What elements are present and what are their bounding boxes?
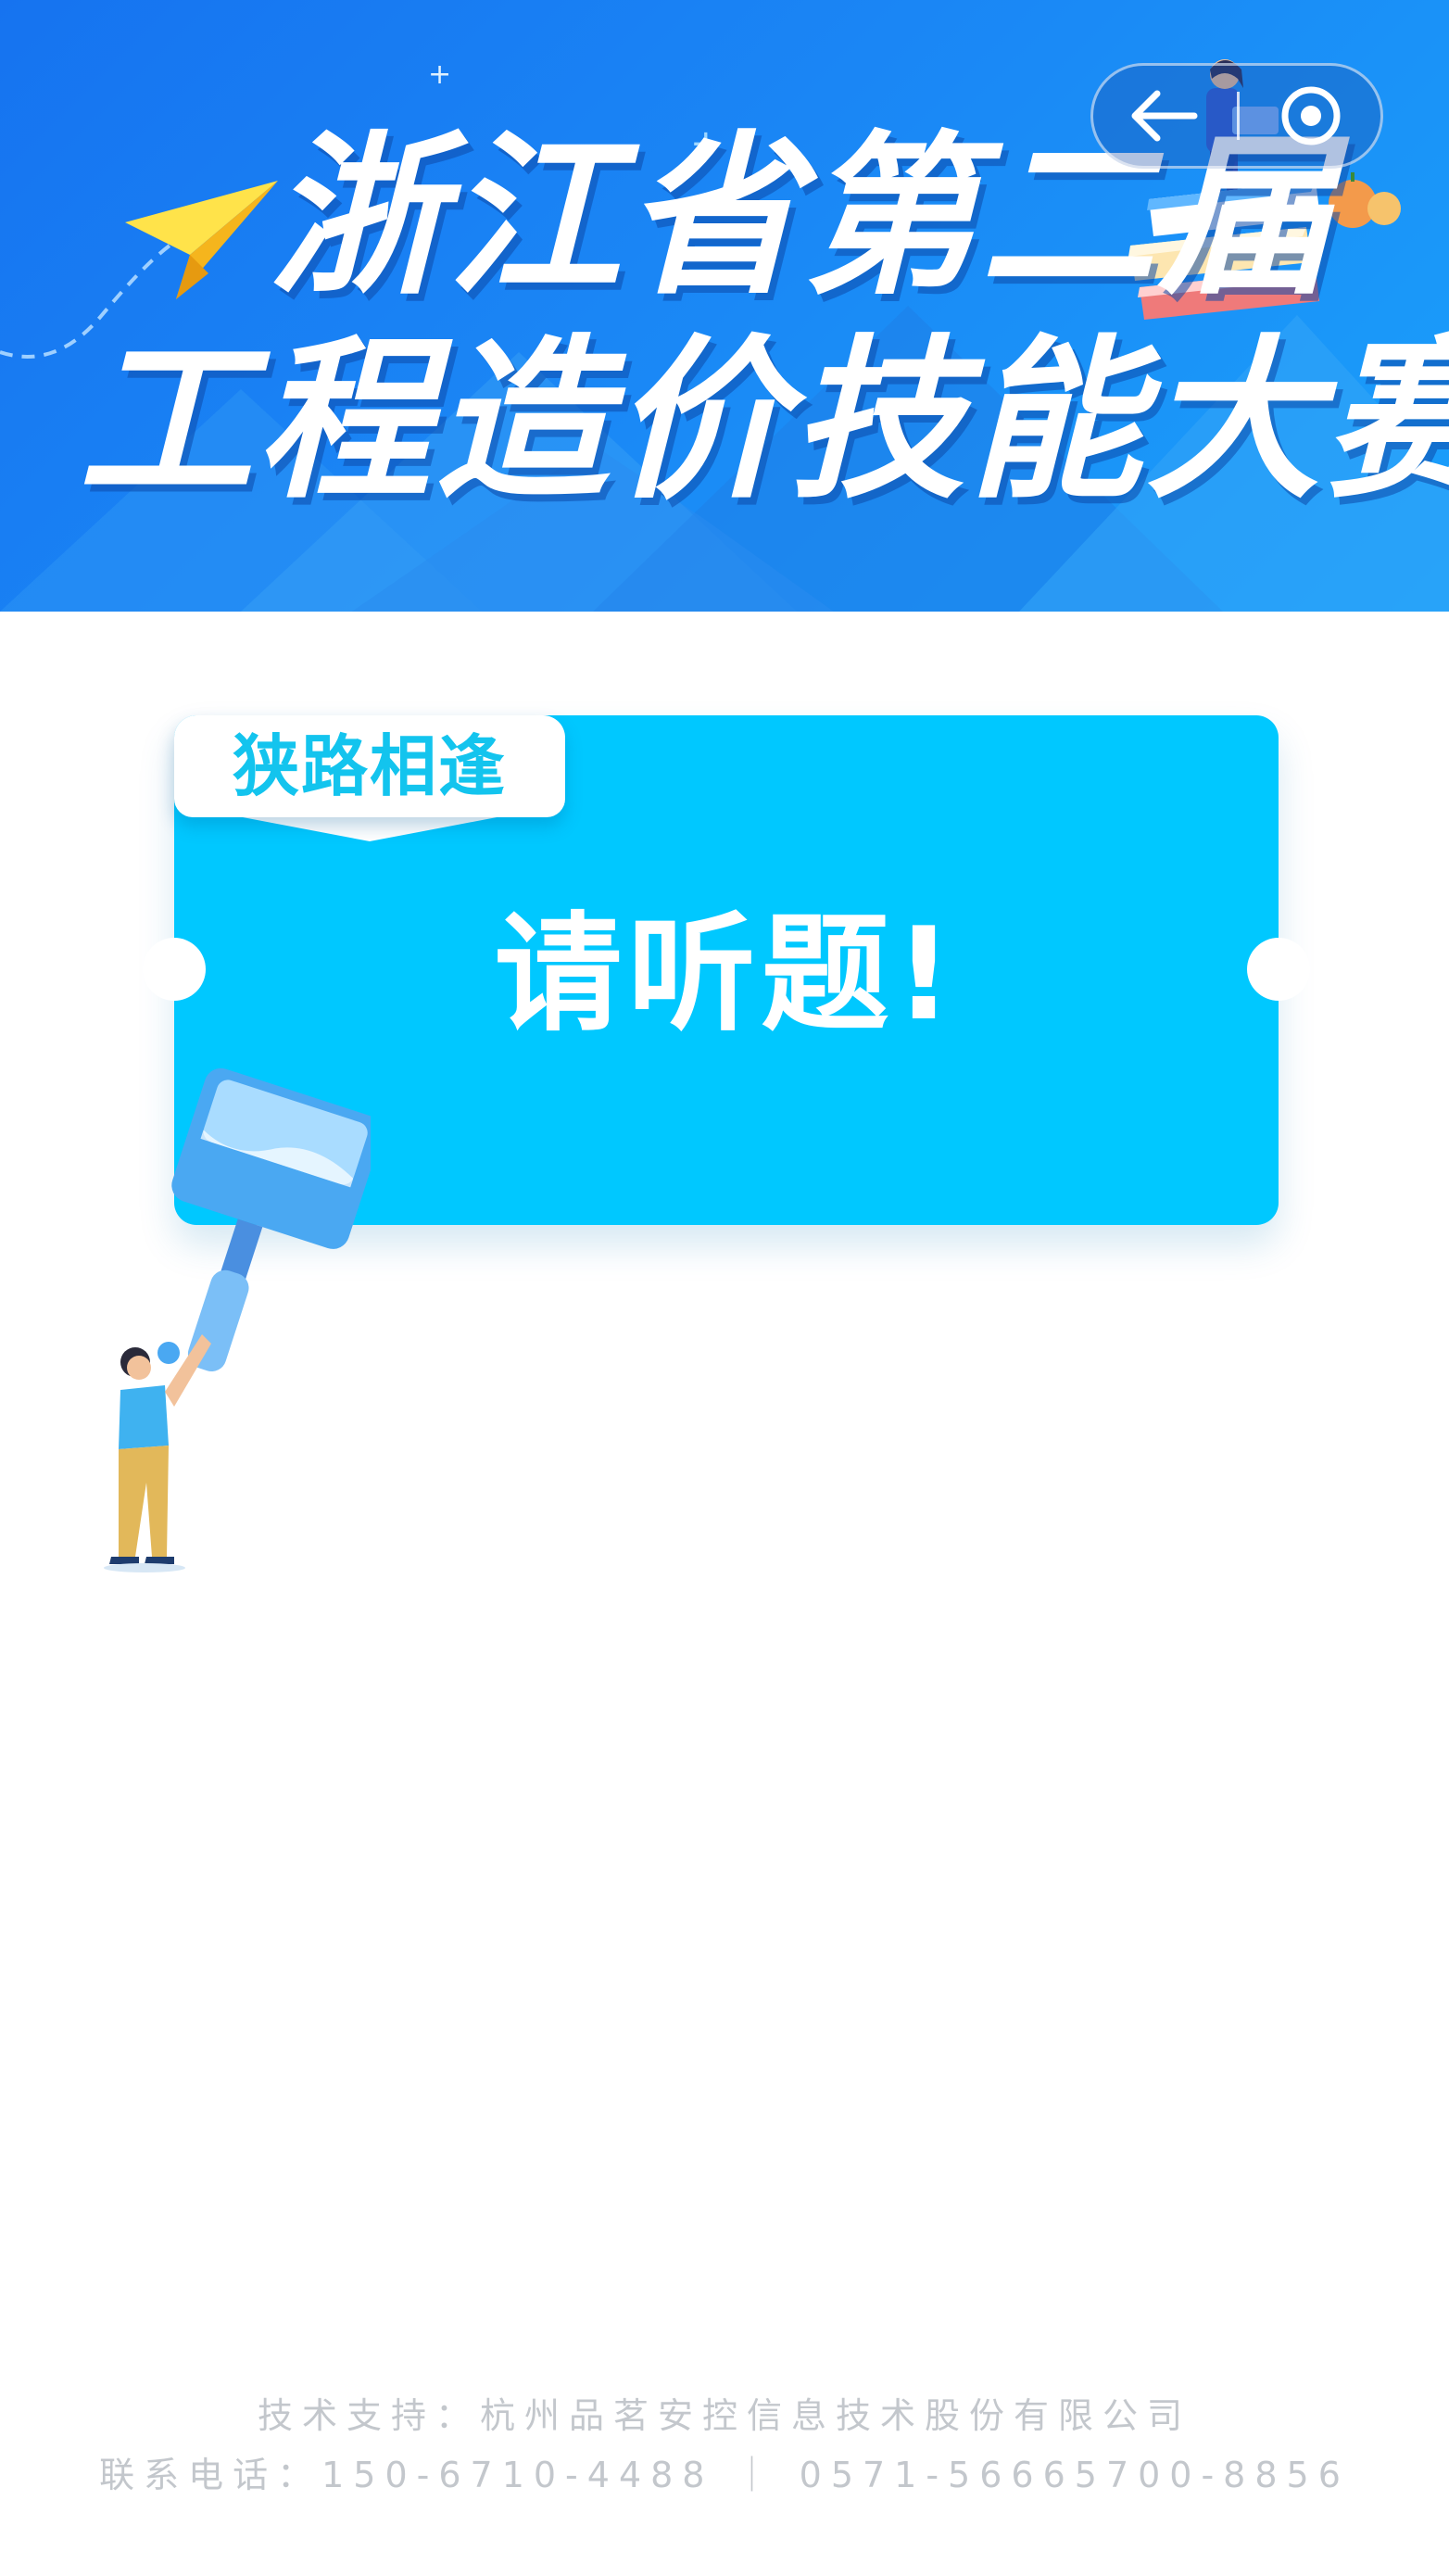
nav-divider [1237,92,1240,140]
target-icon [1281,86,1341,145]
target-button[interactable] [1241,66,1380,166]
paper-plane-icon [125,181,278,299]
round-tag: 狭路相逢 [174,715,565,817]
footer: 技术支持：杭州品茗安控信息技术股份有限公司 联系电话：150-6710-4488… [0,2386,1449,2505]
header-banner: + + 浙江省第二届 工程造价技能大赛 [0,0,1449,612]
svg-text:+: + [428,58,451,91]
back-button[interactable] [1093,66,1232,166]
fruit-illustration [1329,172,1401,228]
question-prompt: 请听题! [494,900,959,1049]
banner-title-line-2: 工程造价技能大赛 [79,320,1449,523]
nav-capsule [1090,63,1383,169]
round-tag-label: 狭路相逢 [232,727,507,805]
arrow-left-icon [1131,90,1198,142]
footer-contact-text: 联系电话：150-6710-4488 ｜ 0571-56665700-8856 [99,2455,1350,2495]
footer-support-text: 技术支持：杭州品茗安控信息技术股份有限公司 [257,2395,1191,2436]
painter-illustration [104,1067,371,1572]
